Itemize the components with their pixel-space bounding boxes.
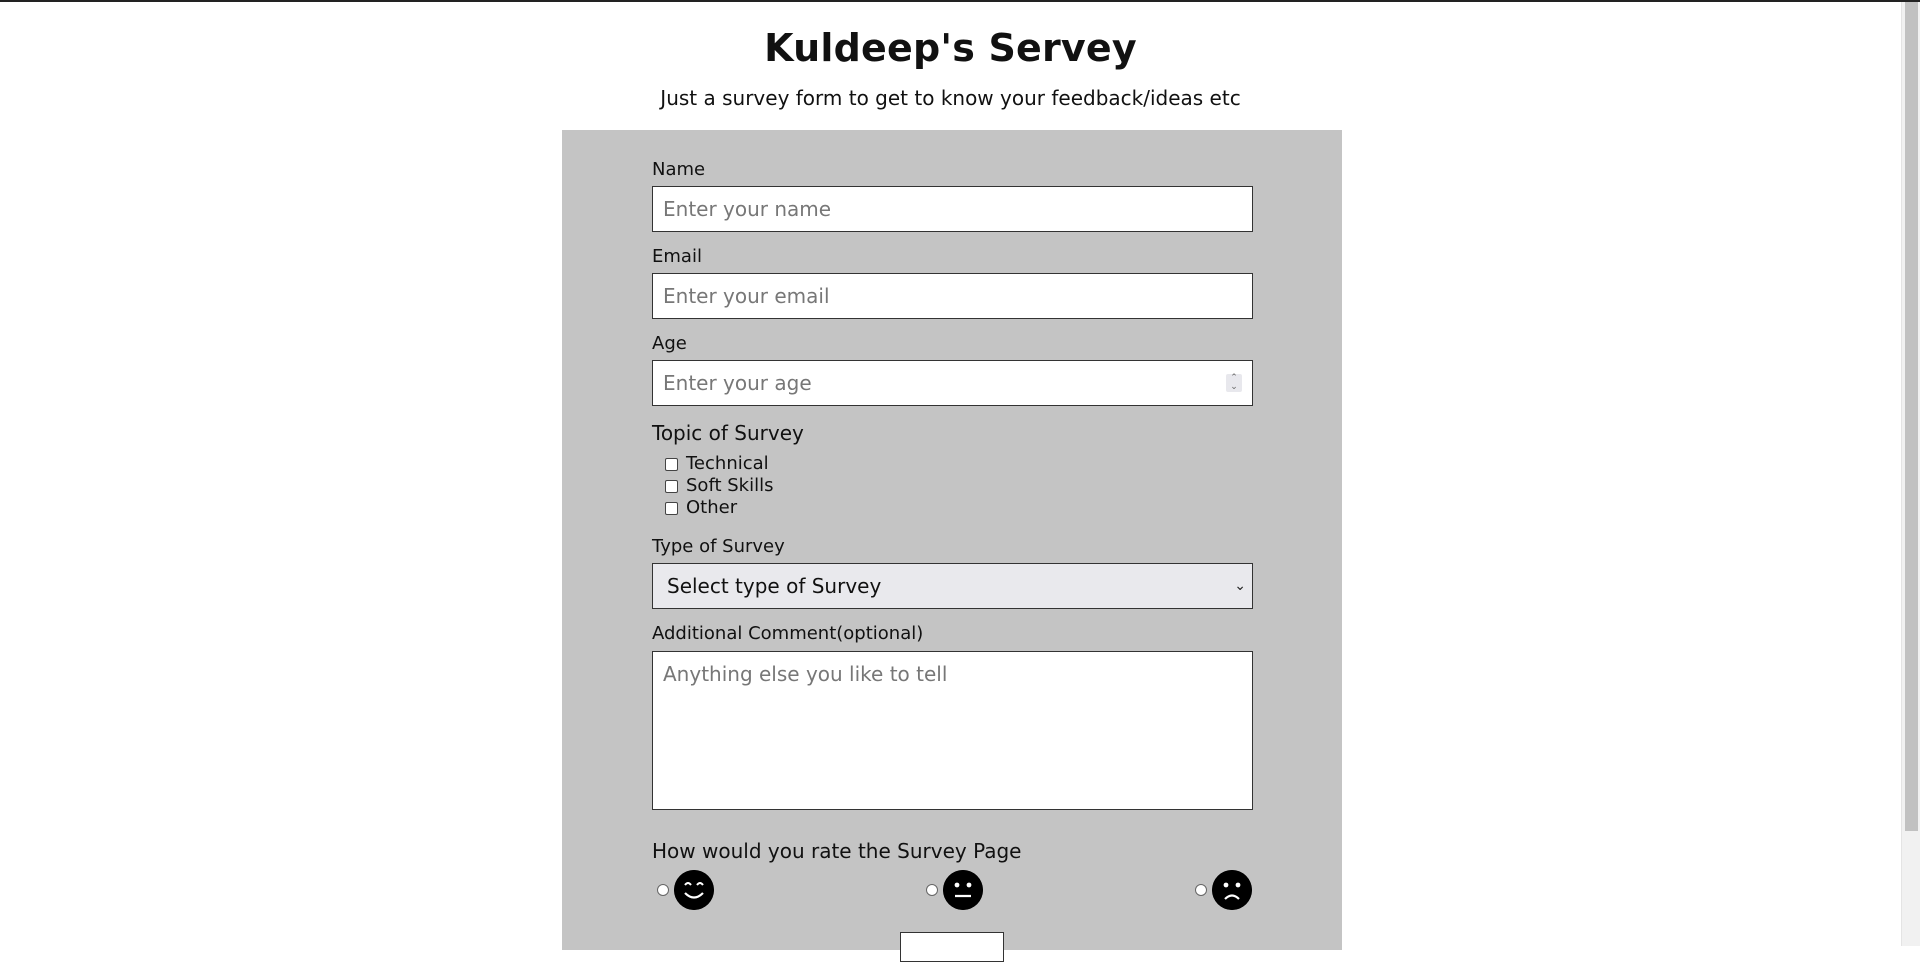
name-label: Name <box>652 159 706 180</box>
checkbox-label: Technical <box>686 453 769 474</box>
type-label: Type of Survey <box>652 536 785 557</box>
survey-form: Name Enter your name Email Enter your em… <box>562 130 1342 962</box>
checkbox[interactable] <box>665 480 678 493</box>
smiling-face-icon <box>674 870 714 910</box>
checkbox[interactable] <box>665 502 678 515</box>
page-subtitle: Just a survey form to get to know your f… <box>660 86 1241 110</box>
rating-radio-happy[interactable] <box>657 884 669 896</box>
checkbox-label: Soft Skills <box>686 475 774 496</box>
page-scrollbar[interactable] <box>1901 2 1920 946</box>
submit-button[interactable] <box>900 932 1004 962</box>
checkbox[interactable] <box>665 458 678 471</box>
type-select[interactable]: Select type of Survey ⌄ <box>652 563 1253 609</box>
page-title: Kuldeep's Servey <box>764 26 1137 70</box>
chevron-down-icon: ⌄ <box>1234 578 1246 594</box>
scrollbar-thumb[interactable] <box>1905 2 1918 831</box>
email-label: Email <box>652 246 702 267</box>
age-placeholder: Enter your age <box>663 371 812 395</box>
number-spinner-icon[interactable]: ⌃ ⌄ <box>1226 374 1242 392</box>
type-select-value: Select type of Survey <box>667 574 882 598</box>
top-border <box>0 0 1920 2</box>
email-input[interactable]: Enter your email <box>652 273 1253 319</box>
checkbox-label: Other <box>686 497 738 518</box>
rating-radio-sad[interactable] <box>1195 884 1207 896</box>
topic-label: Topic of Survey <box>652 421 804 445</box>
comment-textarea[interactable]: Anything else you like to tell <box>652 651 1253 810</box>
age-label: Age <box>652 333 687 354</box>
name-input[interactable]: Enter your name <box>652 186 1253 232</box>
neutral-face-icon <box>943 870 983 910</box>
rating-options <box>652 868 1253 912</box>
rating-radio-neutral[interactable] <box>926 884 938 896</box>
age-input[interactable]: Enter your age ⌃ ⌄ <box>652 360 1253 406</box>
rating-label: How would you rate the Survey Page <box>652 839 1022 863</box>
sad-face-icon <box>1212 870 1252 910</box>
comment-label: Additional Comment(optional) <box>652 623 924 644</box>
